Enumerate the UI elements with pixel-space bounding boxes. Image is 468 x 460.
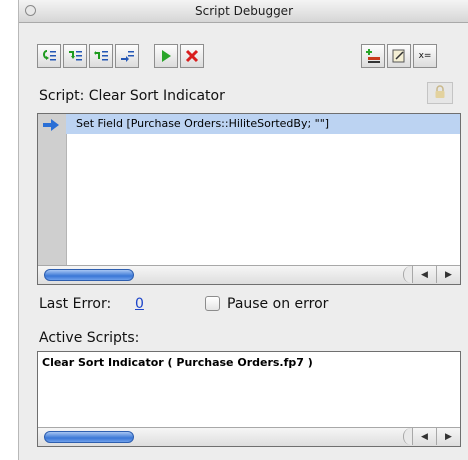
step-out-icon	[93, 49, 109, 63]
active-script-item[interactable]: Clear Sort Indicator ( Purchase Orders.f…	[42, 356, 313, 369]
scroll-left-arrow-icon[interactable]: ◀	[412, 266, 436, 283]
horizontal-scrollbar[interactable]: ◀ ▶	[38, 265, 460, 284]
set-breakpoint-button[interactable]	[387, 44, 411, 68]
scrollbar-track-end	[403, 266, 412, 283]
breakpoint-gutter[interactable]	[38, 114, 67, 266]
run-button[interactable]	[154, 44, 178, 68]
last-error-value-link[interactable]: 0	[135, 296, 144, 312]
lock-button[interactable]	[427, 82, 453, 104]
script-debugger-window: Script Debugger x= Script: Clear Sort In…	[18, 0, 468, 460]
script-name-label: Script: Clear Sort Indicator	[39, 88, 225, 104]
step-over-button[interactable]	[63, 44, 87, 68]
step-over-icon	[67, 49, 83, 63]
title-bar[interactable]: Script Debugger	[19, 0, 468, 23]
scroll-left-arrow-icon[interactable]: ◀	[412, 428, 436, 445]
script-step-text: Set Field [Purchase Orders::HiliteSorted…	[76, 117, 330, 130]
step-into-button[interactable]	[37, 44, 61, 68]
active-scripts-label: Active Scripts:	[39, 330, 140, 346]
pause-on-error-checkbox[interactable]	[205, 296, 220, 311]
set-next-step-button[interactable]	[115, 44, 139, 68]
step-into-icon	[41, 49, 57, 63]
edit-script-icon	[365, 48, 381, 64]
pause-on-error-label[interactable]: Pause on error	[227, 296, 328, 312]
edit-script-button[interactable]	[361, 44, 385, 68]
data-viewer-icon: x=	[418, 51, 432, 61]
scrollbar-track-end	[403, 428, 412, 445]
window-title: Script Debugger	[194, 4, 293, 18]
data-viewer-button[interactable]: x=	[413, 44, 437, 68]
last-error-label: Last Error:	[39, 296, 112, 312]
current-step-arrow-icon	[42, 117, 60, 136]
step-out-button[interactable]	[89, 44, 113, 68]
script-steps-panel[interactable]: Set Field [Purchase Orders::HiliteSorted…	[37, 113, 461, 285]
active-scripts-list[interactable]: Clear Sort Indicator ( Purchase Orders.f…	[37, 351, 461, 447]
close-x-icon	[185, 49, 199, 63]
lock-icon	[434, 84, 446, 103]
scroll-right-arrow-icon[interactable]: ▶	[436, 428, 460, 445]
scrollbar-thumb[interactable]	[44, 431, 134, 443]
play-icon	[160, 49, 172, 63]
breakpoint-icon	[391, 48, 407, 64]
horizontal-scrollbar[interactable]: ◀ ▶	[38, 427, 460, 446]
scrollbar-thumb[interactable]	[44, 269, 134, 281]
halt-button[interactable]	[180, 44, 204, 68]
set-next-step-icon	[119, 49, 135, 63]
scroll-right-arrow-icon[interactable]: ▶	[436, 266, 460, 283]
